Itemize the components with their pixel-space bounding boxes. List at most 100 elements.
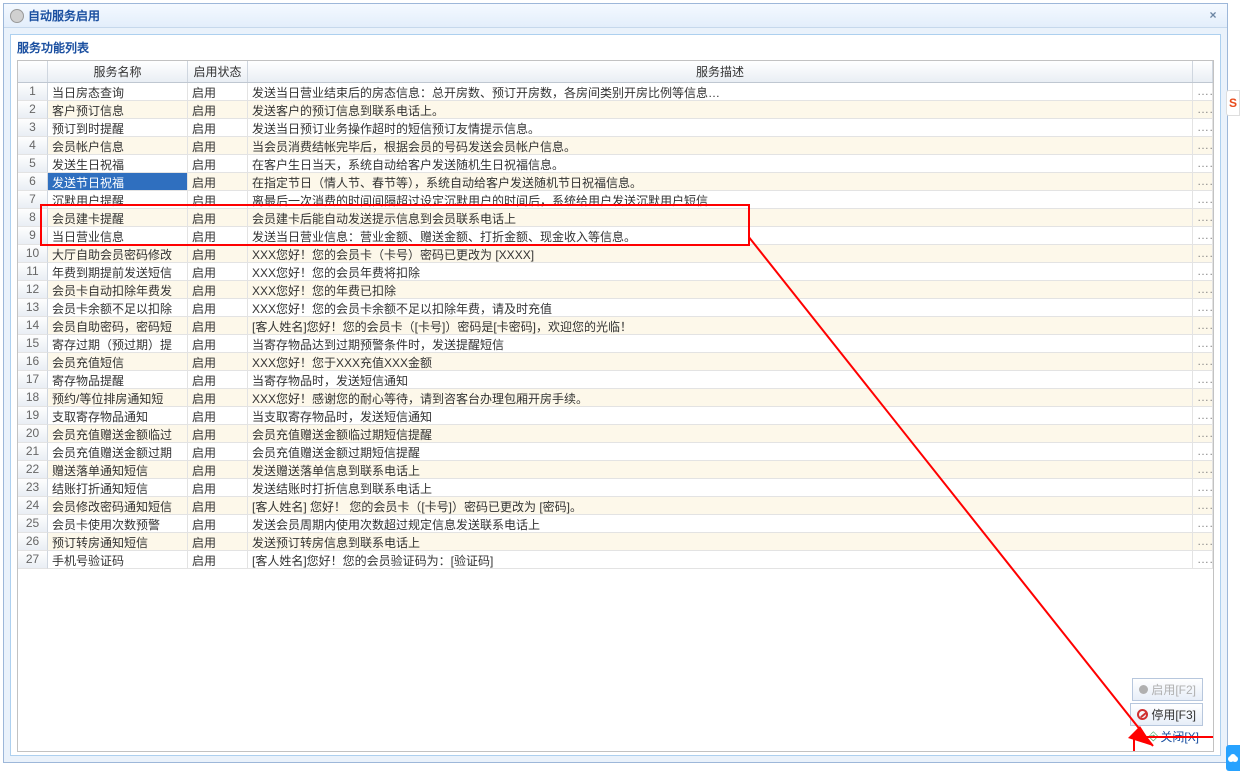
row-more-button[interactable]: … <box>1193 281 1213 299</box>
table-row[interactable]: 20会员充值赠送金额临过启用会员充值赠送金额临过期短信提醒… <box>18 425 1213 443</box>
table-row[interactable]: 7沉默用户提醒启用离最后一次消费的时间间隔超过设定沉默用户的时间后，系统给用户发… <box>18 191 1213 209</box>
table-row[interactable]: 2客户预订信息启用发送客户的预订信息到联系电话上。… <box>18 101 1213 119</box>
table-row[interactable]: 12会员卡自动扣除年费发启用XXX您好！您的年费已扣除… <box>18 281 1213 299</box>
table-row[interactable]: 3预订到时提醒启用发送当日预订业务操作超时的短信预订友情提示信息。… <box>18 119 1213 137</box>
row-more-button[interactable]: … <box>1193 119 1213 137</box>
table-row[interactable]: 17寄存物品提醒启用当寄存物品时，发送短信通知… <box>18 371 1213 389</box>
enable-button[interactable]: 启用[F2] <box>1132 678 1203 701</box>
table-row[interactable]: 5发送生日祝福启用在客户生日当天，系统自动给客户发送随机生日祝福信息。… <box>18 155 1213 173</box>
table-row[interactable]: 14会员自助密码，密码短启用[客人姓名]您好！您的会员卡（[卡号]）密码是[卡密… <box>18 317 1213 335</box>
row-more-button[interactable]: … <box>1193 479 1213 497</box>
cell-desc: 当会员消费结帐完毕后，根据会员的号码发送会员帐户信息。 <box>248 137 1193 155</box>
row-more-button[interactable]: … <box>1193 461 1213 479</box>
table-row[interactable]: 13会员卡余额不足以扣除启用XXX您好！您的会员卡余额不足以扣除年费，请及时充值… <box>18 299 1213 317</box>
cell-desc: 当支取寄存物品时，发送短信通知 <box>248 407 1193 425</box>
button-stack: 启用[F2] 停用[F3] ⎆ 关闭[X] <box>1130 678 1203 745</box>
row-more-button[interactable]: … <box>1193 191 1213 209</box>
table-row[interactable]: 8会员建卡提醒启用会员建卡后能自动发送提示信息到会员联系电话上… <box>18 209 1213 227</box>
close-link[interactable]: ⎆ 关闭[X] <box>1149 728 1203 745</box>
row-more-button[interactable]: … <box>1193 209 1213 227</box>
row-more-button[interactable]: … <box>1193 551 1213 569</box>
row-more-button[interactable]: … <box>1193 101 1213 119</box>
header-status[interactable]: 启用状态 <box>188 61 248 82</box>
cell-status: 启用 <box>188 353 248 371</box>
disable-button[interactable]: 停用[F3] <box>1130 703 1203 726</box>
titlebar: 自动服务启用 × <box>4 4 1227 28</box>
row-more-button[interactable]: … <box>1193 425 1213 443</box>
header-desc[interactable]: 服务描述 <box>248 61 1193 82</box>
row-more-button[interactable]: … <box>1193 497 1213 515</box>
table-row[interactable]: 18预约/等位排房通知短启用XXX您好！感谢您的耐心等待，请到咨客台办理包厢开房… <box>18 389 1213 407</box>
row-number: 3 <box>18 119 48 137</box>
row-more-button[interactable]: … <box>1193 533 1213 551</box>
cell-desc: [客人姓名] 您好！ 您的会员卡（[卡号]）密码已更改为 [密码]。 <box>248 497 1193 515</box>
table-row[interactable]: 16会员充值短信启用XXX您好！您于XXX充值XXX金额… <box>18 353 1213 371</box>
row-number: 16 <box>18 353 48 371</box>
disable-label: 停用[F3] <box>1151 706 1196 723</box>
row-number: 23 <box>18 479 48 497</box>
app-icon <box>10 9 24 23</box>
table-row[interactable]: 23结账打折通知短信启用发送结账时打折信息到联系电话上… <box>18 479 1213 497</box>
table-row[interactable]: 25会员卡使用次数预警启用发送会员周期内使用次数超过规定信息发送联系电话上… <box>18 515 1213 533</box>
table-row[interactable]: 1当日房态查询启用发送当日营业结束后的房态信息：总开房数、预订开房数，各房间类别… <box>18 83 1213 101</box>
table-row[interactable]: 15寄存过期（预过期）提启用当寄存物品达到过期预警条件时，发送提醒短信… <box>18 335 1213 353</box>
table-row[interactable]: 27手机号验证码启用[客人姓名]您好！您的会员验证码为：[验证码]… <box>18 551 1213 569</box>
cell-desc: [客人姓名]您好！您的会员卡（[卡号]）密码是[卡密码]，欢迎您的光临！ <box>248 317 1193 335</box>
cell-name: 年费到期提前发送短信 <box>48 263 188 281</box>
grid-body: 1当日房态查询启用发送当日营业结束后的房态信息：总开房数、预订开房数，各房间类别… <box>18 83 1213 569</box>
table-row[interactable]: 6发送节日祝福启用在指定节日（情人节、春节等），系统自动给客户发送随机节日祝福信… <box>18 173 1213 191</box>
row-more-button[interactable]: … <box>1193 317 1213 335</box>
table-row[interactable]: 11年费到期提前发送短信启用XXX您好！您的会员年费将扣除… <box>18 263 1213 281</box>
row-number: 17 <box>18 371 48 389</box>
row-more-button[interactable]: … <box>1193 155 1213 173</box>
cell-name: 寄存物品提醒 <box>48 371 188 389</box>
cell-desc: 发送赠送落单信息到联系电话上 <box>248 461 1193 479</box>
side-badge-blue[interactable] <box>1226 745 1240 771</box>
cell-desc: 离最后一次消费的时间间隔超过设定沉默用户的时间后，系统给用户发送沉默用户短信 <box>248 191 1193 209</box>
side-badge-sogou[interactable] <box>1226 90 1240 116</box>
row-more-button[interactable]: … <box>1193 83 1213 101</box>
row-more-button[interactable]: … <box>1193 407 1213 425</box>
table-row[interactable]: 19支取寄存物品通知启用当支取寄存物品时，发送短信通知… <box>18 407 1213 425</box>
table-row[interactable]: 22赠送落单通知短信启用发送赠送落单信息到联系电话上… <box>18 461 1213 479</box>
row-more-button[interactable]: … <box>1193 443 1213 461</box>
header-name[interactable]: 服务名称 <box>48 61 188 82</box>
row-number: 20 <box>18 425 48 443</box>
cell-name: 支取寄存物品通知 <box>48 407 188 425</box>
table-row[interactable]: 26预订转房通知短信启用发送预订转房信息到联系电话上… <box>18 533 1213 551</box>
row-more-button[interactable]: … <box>1193 371 1213 389</box>
cell-status: 启用 <box>188 119 248 137</box>
cell-desc: 当寄存物品达到过期预警条件时，发送提醒短信 <box>248 335 1193 353</box>
cell-name: 结账打折通知短信 <box>48 479 188 497</box>
row-number: 27 <box>18 551 48 569</box>
row-number: 4 <box>18 137 48 155</box>
row-more-button[interactable]: … <box>1193 173 1213 191</box>
table-row[interactable]: 24会员修改密码通知短信启用[客人姓名] 您好！ 您的会员卡（[卡号]）密码已更… <box>18 497 1213 515</box>
table-row[interactable]: 9当日营业信息启用发送当日营业信息：营业金额、赠送金额、打折金额、现金收入等信息… <box>18 227 1213 245</box>
row-more-button[interactable]: … <box>1193 335 1213 353</box>
row-more-button[interactable]: … <box>1193 263 1213 281</box>
row-more-button[interactable]: … <box>1193 389 1213 407</box>
row-more-button[interactable]: … <box>1193 137 1213 155</box>
table-row[interactable]: 4会员帐户信息启用当会员消费结帐完毕后，根据会员的号码发送会员帐户信息。… <box>18 137 1213 155</box>
cell-status: 启用 <box>188 299 248 317</box>
window-close-button[interactable]: × <box>1205 8 1221 24</box>
cell-name: 寄存过期（预过期）提 <box>48 335 188 353</box>
row-number: 2 <box>18 101 48 119</box>
row-number: 26 <box>18 533 48 551</box>
cell-status: 启用 <box>188 227 248 245</box>
cell-name: 预订到时提醒 <box>48 119 188 137</box>
row-more-button[interactable]: … <box>1193 227 1213 245</box>
table-row[interactable]: 10大厅自助会员密码修改启用XXX您好！您的会员卡（卡号）密码已更改为 [XXX… <box>18 245 1213 263</box>
table-row[interactable]: 21会员充值赠送金额过期启用会员充值赠送金额过期短信提醒… <box>18 443 1213 461</box>
row-more-button[interactable]: … <box>1193 245 1213 263</box>
list-label: 服务功能列表 <box>11 35 1220 58</box>
cell-desc: 发送预订转房信息到联系电话上 <box>248 533 1193 551</box>
row-more-button[interactable]: … <box>1193 299 1213 317</box>
cell-desc: 发送结账时打折信息到联系电话上 <box>248 479 1193 497</box>
close-link-label: 关闭[X] <box>1160 728 1199 745</box>
row-number: 8 <box>18 209 48 227</box>
cell-desc: 发送客户的预订信息到联系电话上。 <box>248 101 1193 119</box>
row-more-button[interactable]: … <box>1193 353 1213 371</box>
row-more-button[interactable]: … <box>1193 515 1213 533</box>
